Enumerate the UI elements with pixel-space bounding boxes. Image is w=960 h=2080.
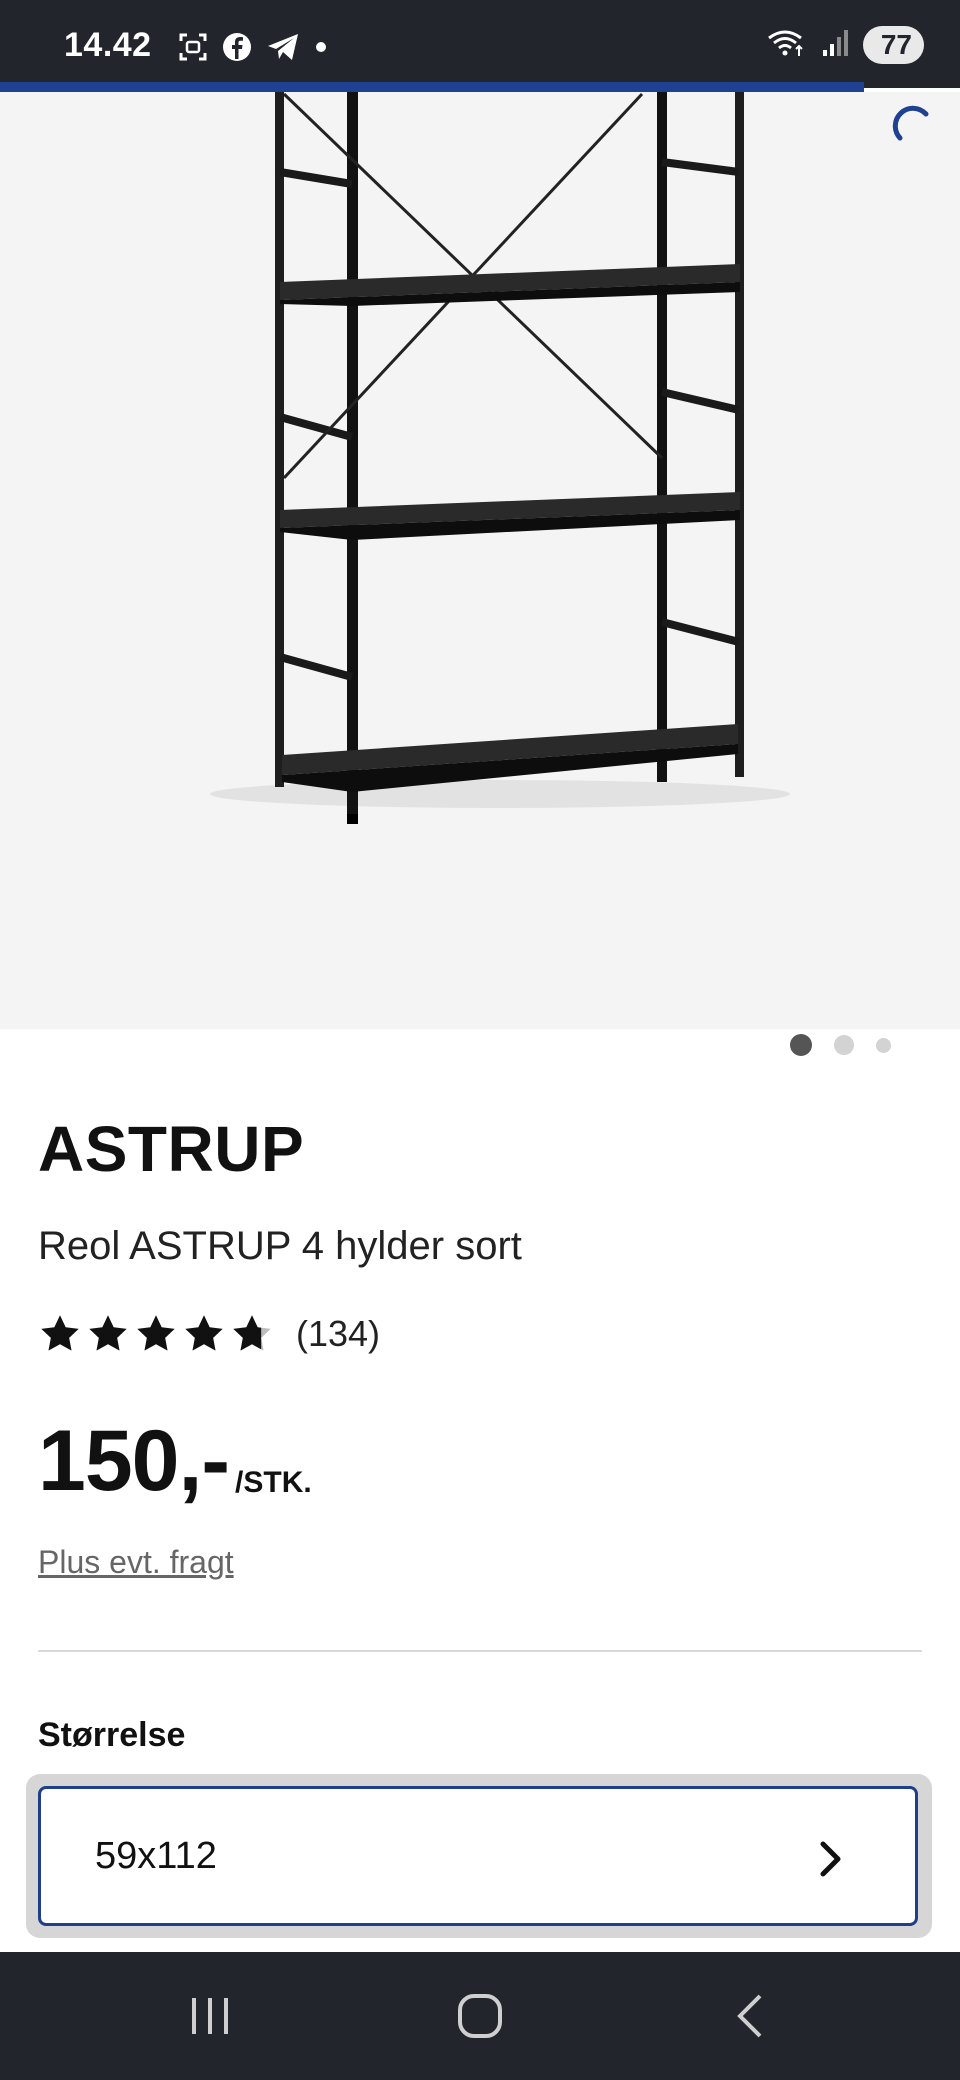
carousel-dot[interactable] [876, 1037, 891, 1053]
signal-icon [821, 28, 849, 63]
product-price: 150,- [38, 1413, 230, 1509]
shelf-product-image [210, 92, 790, 824]
status-system-icons: 77 [767, 26, 924, 64]
product-rating[interactable]: (134) [38, 1312, 380, 1356]
home-icon [458, 1994, 502, 2038]
page-load-progress [0, 82, 960, 92]
star-icon [185, 1315, 223, 1351]
price-unit: /STK. [235, 1466, 312, 1499]
star-icon [137, 1315, 175, 1351]
facebook-icon [222, 32, 252, 67]
telegram-icon [266, 32, 300, 67]
back-icon [737, 1994, 762, 2038]
star-partial-icon [233, 1315, 271, 1351]
size-value: 59x112 [95, 1835, 217, 1877]
rating-stars [38, 1312, 274, 1356]
status-time: 14.42 [64, 26, 152, 64]
battery-icon: 77 [862, 26, 924, 64]
carousel-dot[interactable] [834, 1035, 854, 1055]
divider [38, 1650, 922, 1652]
battery-level: 77 [880, 29, 912, 60]
carousel-dot[interactable] [790, 1034, 812, 1056]
chevron-right-icon [817, 1839, 845, 1884]
price-row: 150,- /STK. [38, 1418, 312, 1504]
product-brand: ASTRUP [38, 1113, 305, 1185]
screenshot-icon [178, 32, 208, 67]
size-select[interactable]: 59x112 [38, 1786, 918, 1926]
review-count[interactable]: (134) [296, 1313, 380, 1355]
status-notification-icons [178, 32, 328, 67]
home-button[interactable] [410, 1952, 550, 2080]
loading-spinner-icon [892, 104, 938, 155]
page-load-progress-fill [0, 82, 864, 92]
product-title: Reol ASTRUP 4 hylder sort [38, 1224, 522, 1268]
system-nav-bar [0, 1952, 960, 2080]
wifi-icon [767, 28, 807, 63]
recent-apps-button[interactable] [140, 1952, 280, 2080]
freight-link[interactable]: Plus evt. fragt [38, 1544, 234, 1581]
back-button[interactable] [680, 1952, 820, 2080]
star-icon [89, 1315, 127, 1351]
carousel-indicators [790, 1034, 891, 1056]
star-icon [41, 1315, 79, 1351]
status-bar: 14.42 77 [0, 0, 960, 88]
notification-dot-icon [314, 40, 328, 59]
size-label: Størrelse [38, 1716, 186, 1754]
product-image-carousel[interactable] [0, 92, 960, 1056]
recent-apps-icon [192, 1998, 228, 2034]
